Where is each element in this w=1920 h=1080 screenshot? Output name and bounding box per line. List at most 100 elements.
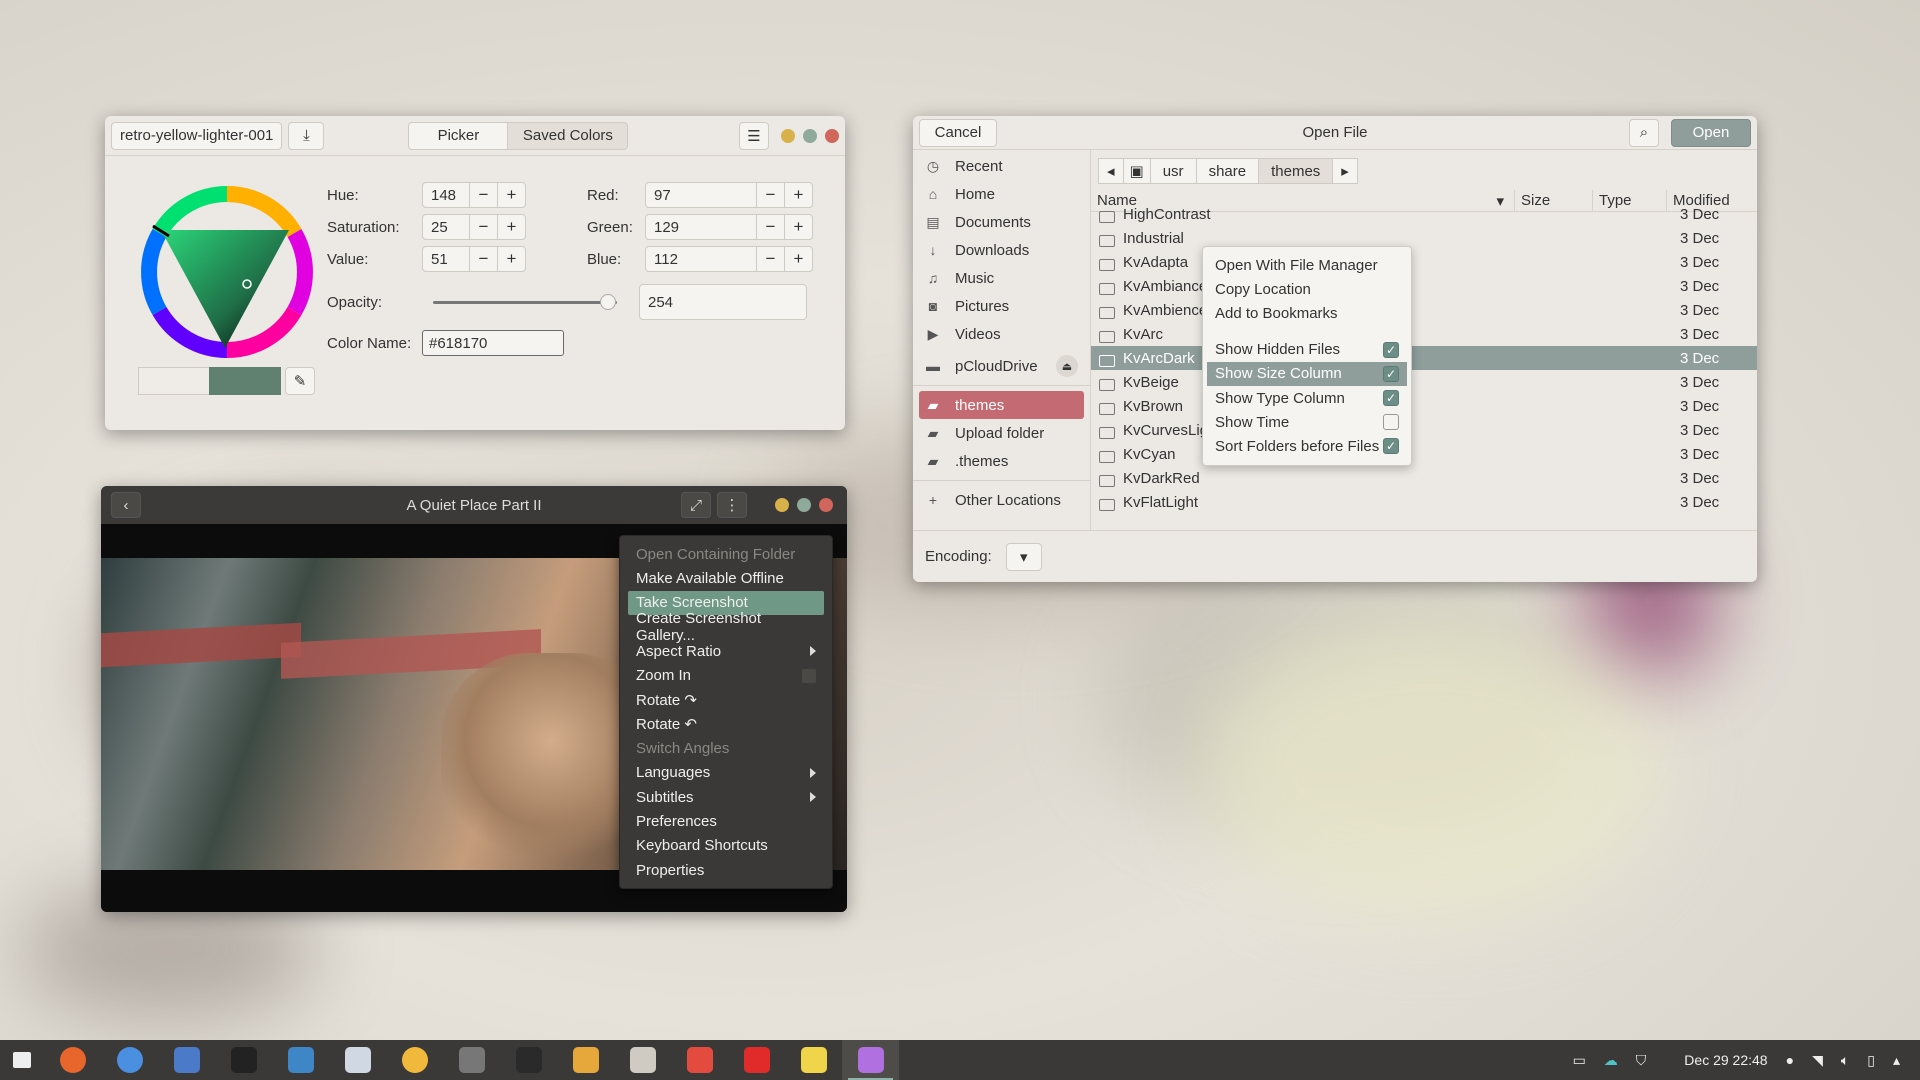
open-button[interactable]: Open — [1671, 118, 1751, 147]
checkbox-checked-icon[interactable]: ✓ — [1383, 390, 1399, 407]
display-icon[interactable]: ▭ — [1573, 1052, 1586, 1069]
context-menu-toggle[interactable]: Show Hidden Files ✓ — [1203, 338, 1411, 362]
checkbox-checked-icon[interactable]: ✓ — [1383, 341, 1399, 358]
checkbox-checked-icon[interactable]: ✓ — [1383, 438, 1399, 455]
hue-input[interactable]: 148 — [423, 183, 469, 207]
tray-expand-icon[interactable]: ▴ — [1893, 1052, 1900, 1069]
fullscreen-button[interactable]: ⤢ — [681, 492, 711, 518]
video-menu-item[interactable]: Preferences — [620, 809, 832, 833]
file-row[interactable]: KvAdapta 3 Dec — [1091, 250, 1757, 274]
saturation-increment[interactable]: + — [497, 215, 525, 239]
screenshot-icon[interactable] — [272, 1040, 329, 1080]
eyedropper-button[interactable]: ✎ — [285, 367, 315, 395]
sidebar-item-other-locations[interactable]: + Other Locations — [913, 486, 1090, 514]
opacity-input[interactable]: 254 — [639, 284, 807, 320]
youtube-icon[interactable] — [728, 1040, 785, 1080]
sidebar-item-downloads[interactable]: ↓ Downloads — [913, 236, 1090, 264]
files-icon[interactable] — [557, 1040, 614, 1080]
video-menu-item[interactable]: Make Available Offline — [620, 566, 832, 590]
video-menu-item[interactable]: Languages — [620, 761, 832, 785]
download-button[interactable]: ⤓ — [288, 121, 325, 150]
sidebar-item-videos[interactable]: ▶ Videos — [913, 320, 1090, 348]
blue-decrement[interactable]: − — [756, 247, 784, 271]
tools-icon[interactable] — [443, 1040, 500, 1080]
blue-increment[interactable]: + — [784, 247, 812, 271]
file-row[interactable]: KvAmbiance 3 Dec — [1091, 274, 1757, 298]
sidebar-item-music[interactable]: ♫ Music — [913, 264, 1090, 292]
sidebar-item-pclouddrive[interactable]: ▬ pCloudDrive ⏏ — [913, 352, 1090, 380]
path-back-button[interactable]: ◂ — [1098, 158, 1124, 184]
file-row[interactable]: KvDarkRed 3 Dec — [1091, 466, 1757, 490]
archive-icon[interactable] — [614, 1040, 671, 1080]
sidebar-item-upload-folder[interactable]: ▰ Upload folder — [913, 419, 1090, 447]
search-button[interactable]: ⌕ — [1629, 118, 1659, 147]
toggle-icon[interactable] — [802, 668, 816, 683]
sidebar-item-recent[interactable]: ◷ Recent — [913, 152, 1090, 180]
file-row[interactable]: Industrial 3 Dec — [1091, 226, 1757, 250]
sidebar-item-documents[interactable]: ▤ Documents — [913, 208, 1090, 236]
eject-icon[interactable]: ⏏ — [1056, 355, 1078, 377]
path-segment-share[interactable]: share — [1195, 158, 1260, 184]
gmail-icon[interactable] — [671, 1040, 728, 1080]
inkscape-icon[interactable] — [500, 1040, 557, 1080]
color-wheel[interactable] — [139, 184, 315, 360]
maximize-button[interactable] — [803, 128, 817, 143]
green-increment[interactable]: + — [784, 215, 812, 239]
path-segment-themes[interactable]: themes — [1258, 158, 1334, 184]
battery-icon[interactable]: ▯ — [1867, 1052, 1875, 1069]
document-viewer-icon[interactable] — [158, 1040, 215, 1080]
tab-picker[interactable]: Picker — [408, 121, 509, 150]
minimize-button[interactable] — [781, 128, 795, 143]
value-input[interactable]: 51 — [423, 247, 469, 271]
tab-saved-colors[interactable]: Saved Colors — [508, 121, 629, 150]
clock[interactable]: Dec 29 22:48 — [1684, 1052, 1767, 1068]
opacity-slider[interactable] — [433, 292, 617, 312]
video-player-icon[interactable] — [842, 1040, 899, 1080]
app-icon[interactable] — [329, 1040, 386, 1080]
checkbox-checked-icon[interactable]: ✓ — [1383, 365, 1399, 382]
back-button[interactable]: ‹ — [111, 492, 141, 518]
value-increment[interactable]: + — [497, 247, 525, 271]
close-button[interactable] — [819, 498, 833, 512]
hue-increment[interactable]: + — [497, 183, 525, 207]
context-menu-toggle[interactable]: Show Type Column ✓ — [1203, 386, 1411, 410]
context-menu-item[interactable]: Copy Location — [1203, 277, 1411, 301]
video-menu-item[interactable]: Create Screenshot Gallery... — [620, 610, 832, 644]
context-menu-toggle[interactable]: Sort Folders before Files ✓ — [1203, 434, 1411, 458]
red-decrement[interactable]: − — [756, 183, 784, 207]
file-row[interactable]: KvFlatLight 3 Dec — [1091, 490, 1757, 514]
file-row[interactable]: KvArcDark 3 Dec — [1091, 346, 1757, 370]
red-increment[interactable]: + — [784, 183, 812, 207]
menu-icon[interactable] — [0, 1040, 44, 1080]
context-menu-item[interactable]: Add to Bookmarks — [1203, 301, 1411, 325]
context-menu-toggle[interactable]: Show Size Column ✓ — [1207, 361, 1407, 386]
minimize-button[interactable] — [775, 498, 789, 512]
video-menu-item[interactable]: Rotate ↶ — [620, 712, 832, 736]
file-row[interactable]: KvCyan 3 Dec — [1091, 442, 1757, 466]
blue-input[interactable]: 112 — [646, 247, 756, 271]
checkbox-unchecked-icon[interactable] — [1383, 414, 1399, 431]
file-row[interactable]: KvAmbience 3 Dec — [1091, 298, 1757, 322]
hamburger-menu-button[interactable]: ☰ — [739, 121, 769, 150]
file-row[interactable]: KvCurvesLight 3 Dec — [1091, 418, 1757, 442]
firefox-icon[interactable] — [44, 1040, 101, 1080]
value-decrement[interactable]: − — [469, 247, 497, 271]
sidebar-item-themes[interactable]: ▰ themes — [919, 391, 1084, 419]
chrome-icon[interactable] — [101, 1040, 158, 1080]
path-segment-usr[interactable]: usr — [1149, 158, 1197, 184]
file-row[interactable]: HighContrast 3 Dec — [1091, 202, 1757, 226]
file-row[interactable]: KvBeige 3 Dec — [1091, 370, 1757, 394]
red-input[interactable]: 97 — [646, 183, 756, 207]
context-menu-item[interactable]: Open With File Manager — [1203, 253, 1411, 277]
color-picker-icon[interactable] — [386, 1040, 443, 1080]
cloud-icon[interactable]: ☁ — [1604, 1052, 1618, 1069]
context-menu-toggle[interactable]: Show Time — [1203, 410, 1411, 434]
green-decrement[interactable]: − — [756, 215, 784, 239]
terminal-icon[interactable] — [215, 1040, 272, 1080]
saturation-input[interactable]: 25 — [423, 215, 469, 239]
saturation-decrement[interactable]: − — [469, 215, 497, 239]
shield-icon[interactable]: ⛉ — [1636, 1052, 1647, 1069]
sidebar-item-pictures[interactable]: ◙ Pictures — [913, 292, 1090, 320]
encoding-dropdown[interactable]: ▾ — [1005, 542, 1042, 571]
video-menu-button[interactable]: ⋮ — [717, 492, 747, 518]
